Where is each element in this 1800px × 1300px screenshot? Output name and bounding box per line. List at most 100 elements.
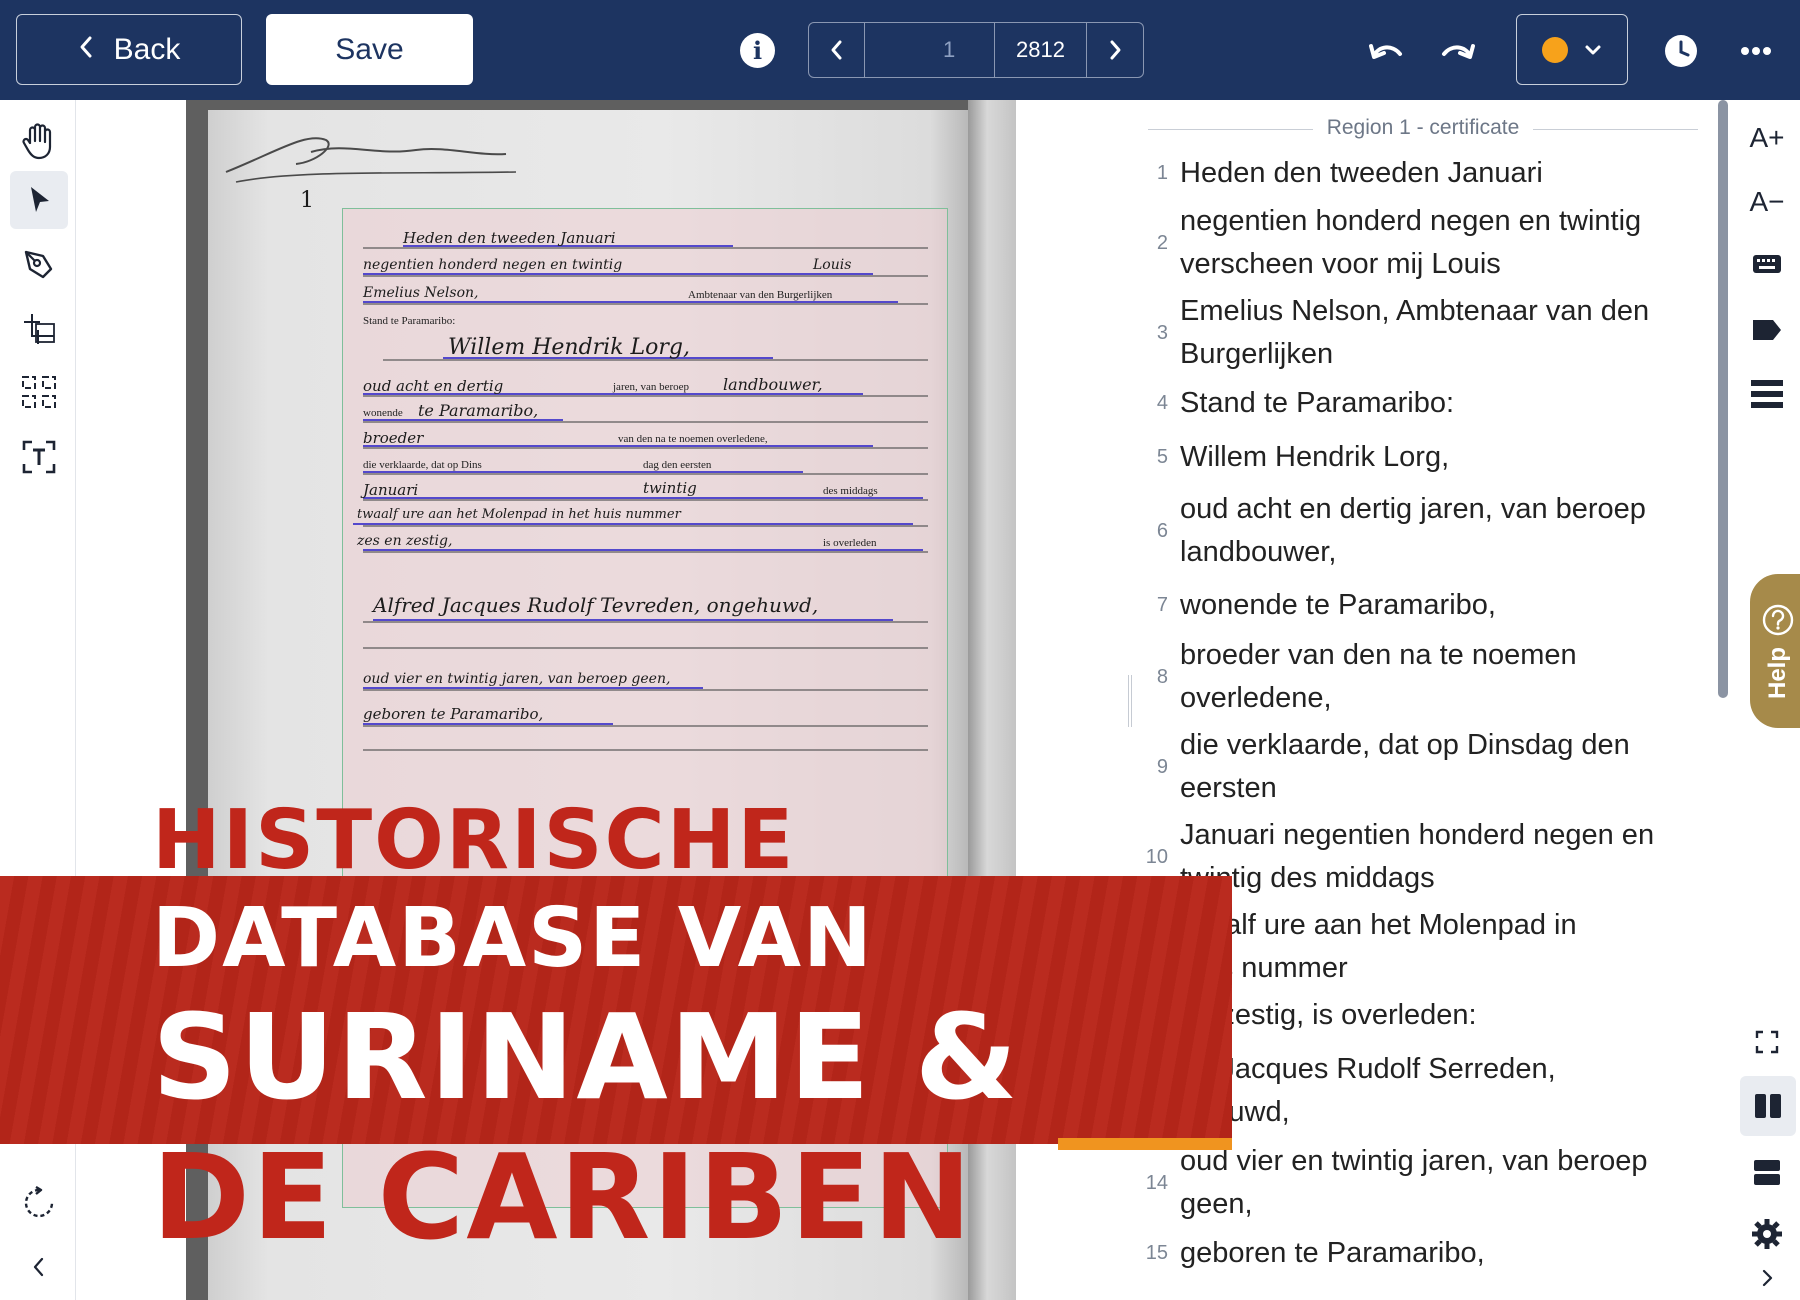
doc-line-2b: Louis [813, 257, 852, 273]
help-tab[interactable]: Help [1750, 574, 1800, 728]
line-text[interactable]: oud vier en twintig jaren, van beroep ge… [1174, 1140, 1648, 1226]
font-decrease-button[interactable]: A− [1734, 172, 1800, 232]
doc-line-11: twaalf ure aan het Molenpad in het huis … [357, 507, 681, 522]
doc-line-5: Willem Hendrik Lorg, [448, 335, 690, 360]
panel-resize-handle[interactable] [1128, 675, 1132, 727]
info-icon[interactable]: i [740, 33, 775, 68]
add-line-tool[interactable] [10, 300, 68, 358]
doc-line-14: oud vier en twintig jaren, van beroep ge… [363, 671, 671, 687]
transcript-line[interactable]: 7 wonende te Paramaribo, [1134, 584, 1694, 626]
line-text[interactable]: Januari negentien honderd negen en twint… [1174, 814, 1654, 900]
pointer-icon [31, 187, 49, 212]
transcript-line[interactable]: 8 broeder van den na te noemen overledene… [1134, 634, 1694, 720]
status-color-dropdown[interactable] [1516, 14, 1628, 85]
line-number: 8 [1156, 665, 1168, 688]
collapse-right-panel[interactable] [1734, 1256, 1800, 1300]
line-number: 9 [1156, 755, 1168, 778]
line-number: 4 [1156, 391, 1168, 414]
transcript-line[interactable]: 4 Stand te Paramaribo: [1134, 382, 1694, 424]
chevron-left-icon [831, 40, 841, 60]
line-number: 10 [1145, 845, 1168, 868]
top-toolbar: Back Save i 1 2812 [0, 0, 1800, 100]
region-title: Region 1 - certificate [1148, 116, 1698, 140]
overlay-headline-line-1: HISTORISCHE [152, 793, 796, 888]
add-line-icon [24, 314, 55, 344]
doc-line-6: oud acht en dertig [363, 377, 504, 395]
hand-tool[interactable] [10, 112, 68, 170]
chevron-right-icon [1110, 40, 1121, 60]
text-detect-icon [22, 440, 56, 474]
redo-icon[interactable] [1436, 30, 1480, 70]
transcript-line[interactable]: 3 Emelius Nelson, Ambtenaar van den Burge… [1134, 290, 1694, 376]
transcript-line[interactable]: 5 Willem Hendrik Lorg, [1134, 436, 1694, 478]
font-increase-button[interactable]: A+ [1734, 108, 1800, 168]
more-options-icon[interactable] [1736, 34, 1776, 68]
transcript-line[interactable]: 15 geboren te Paramaribo, [1134, 1232, 1694, 1274]
doc-line-13: Alfred Jacques Rudolf Tevreden, ongehuwd… [373, 593, 819, 617]
line-text[interactable]: Emelius Nelson, Ambtenaar van den Burger… [1174, 290, 1649, 376]
line-text[interactable]: Stand te Paramaribo: [1174, 382, 1454, 425]
line-text[interactable]: broeder van den na te noemen overledene, [1174, 634, 1577, 720]
settings-gear-icon[interactable] [1734, 1204, 1800, 1264]
fullscreen-icon[interactable] [1734, 1012, 1800, 1072]
doc-line-1: Heden den tweeden Januari [403, 229, 616, 247]
line-text[interactable]: negentien honderd negen en twintig versc… [1174, 200, 1641, 286]
save-button[interactable]: Save [266, 14, 473, 85]
line-number: 1 [1156, 161, 1168, 184]
line-text[interactable]: Heden den tweeden Januari [1174, 152, 1543, 195]
line-number: 14 [1145, 1171, 1168, 1194]
doc-line-8: broeder [363, 429, 424, 447]
collapse-left-icon [33, 1257, 44, 1277]
overlay-headline-line-4: DE CARIBEN [152, 1138, 974, 1250]
tag-icon[interactable] [1734, 300, 1800, 360]
transcript-line[interactable]: 6 oud acht en dertig jaren, van beroep la… [1134, 488, 1694, 574]
line-text[interactable]: oud acht en dertig jaren, van beroep lan… [1174, 488, 1646, 574]
help-question-icon [1762, 604, 1794, 636]
split-region-icon [22, 376, 56, 408]
collapse-left-panel[interactable] [10, 1238, 68, 1296]
line-text[interactable]: geboren te Paramaribo, [1174, 1232, 1485, 1275]
keyboard-icon[interactable] [1734, 234, 1800, 294]
transcript-line[interactable]: 14 oud vier en twintig jaren, van beroep … [1134, 1140, 1694, 1226]
layout-side-by-side-icon[interactable] [1740, 1076, 1796, 1136]
page-number-input[interactable]: 1 [865, 23, 995, 77]
doc-line-10b: twintig [643, 479, 697, 497]
history-clock-icon[interactable] [1662, 32, 1700, 70]
next-page-button[interactable] [1087, 23, 1143, 77]
draw-region-tool[interactable] [10, 236, 68, 294]
page-navigator: 1 2812 [808, 22, 1144, 78]
line-number: 15 [1145, 1241, 1168, 1264]
line-text[interactable]: die verklaarde, dat op Dinsdag den eerst… [1174, 724, 1630, 810]
rotate-tool[interactable] [10, 1174, 68, 1232]
doc-line-6c: landbouwer, [723, 375, 823, 394]
doc-line-6b: jaren, van beroep [613, 381, 690, 393]
promo-banner-accent [1058, 1138, 1232, 1150]
overlay-headline-line-2: DATABASE VAN [152, 891, 874, 986]
line-text[interactable]: wonende te Paramaribo, [1174, 584, 1496, 627]
line-text[interactable]: Willem Hendrik Lorg, [1174, 436, 1449, 479]
line-number: 5 [1156, 445, 1168, 468]
overlay-headline-line-3: SURINAME & [152, 988, 1020, 1126]
doc-line-8b: van den na te noemen overledene, [618, 433, 768, 445]
select-tool[interactable] [10, 171, 68, 229]
back-button[interactable]: Back [16, 14, 242, 85]
list-view-icon[interactable] [1734, 364, 1800, 424]
line-number: 7 [1156, 593, 1168, 616]
hand-icon [22, 123, 52, 160]
split-region-tool[interactable] [10, 363, 68, 421]
transcript-scrollbar[interactable] [1716, 100, 1730, 1280]
transcript-line[interactable]: 2 negentien honderd negen en twintig vers… [1134, 200, 1694, 286]
layout-stacked-icon[interactable] [1734, 1142, 1800, 1202]
text-detection-tool[interactable] [10, 428, 68, 486]
undo-icon[interactable] [1364, 30, 1408, 70]
chevron-down-icon [1585, 45, 1601, 54]
scrollbar-thumb[interactable] [1718, 100, 1728, 698]
doc-line-12b: is overleden [823, 537, 877, 549]
previous-page-button[interactable] [809, 23, 865, 77]
transcript-line[interactable]: 9 die verklaarde, dat op Dinsdag den eers… [1134, 724, 1694, 810]
back-label: Back [113, 32, 181, 66]
doc-line-3b: Ambtenaar van den Burgerlijken [688, 289, 833, 301]
transcript-line[interactable]: 1 Heden den tweeden Januari [1134, 152, 1694, 194]
transcription-editor: Back Save i 1 2812 1 Heden den tweeden J… [0, 0, 1800, 1300]
line-text[interactable]: twaalf ure aan het Molenpad in huis numm… [1174, 904, 1577, 990]
